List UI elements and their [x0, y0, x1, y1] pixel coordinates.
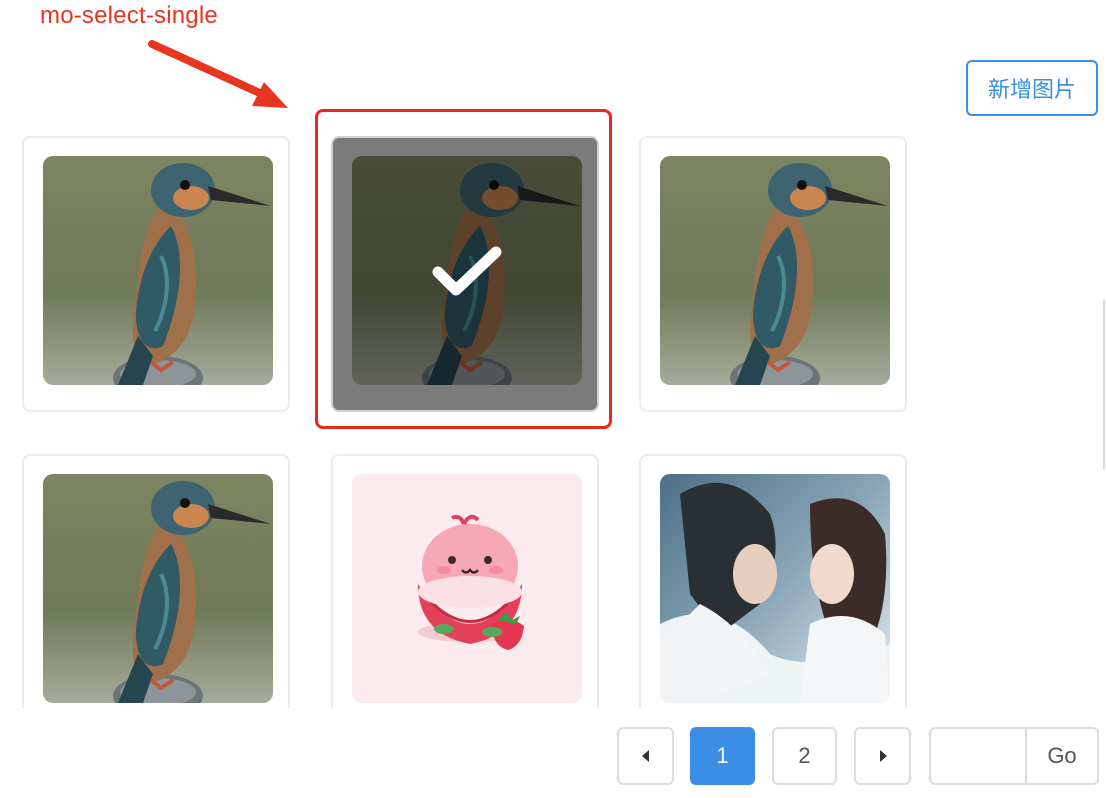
close-icon[interactable] [1058, 0, 1088, 10]
goto-page-group: Go [929, 727, 1099, 785]
next-page-button[interactable] [854, 727, 911, 785]
image-thumbnail [352, 474, 582, 703]
goto-page-button[interactable]: Go [1027, 729, 1097, 783]
image-thumbnail [660, 156, 890, 385]
checkmark-icon [432, 246, 502, 295]
image-card[interactable] [639, 454, 907, 708]
caret-right-icon [879, 750, 887, 762]
annotation-arrow-icon [148, 40, 288, 108]
image-card[interactable] [22, 454, 290, 708]
image-card-selected[interactable] [331, 136, 599, 412]
goto-page-input[interactable] [931, 729, 1027, 783]
scrollbar[interactable] [1103, 300, 1105, 470]
page-button-1[interactable]: 1 [690, 727, 755, 785]
image-thumbnail [660, 474, 890, 703]
image-card[interactable] [639, 136, 907, 412]
caret-left-icon [641, 750, 649, 762]
image-thumbnail [352, 156, 582, 385]
page-button-2[interactable]: 2 [772, 727, 837, 785]
image-card[interactable] [331, 454, 599, 708]
image-thumbnail [43, 474, 273, 703]
annotation-label: mo-select-single [40, 2, 218, 29]
image-card[interactable] [22, 136, 290, 412]
add-image-button[interactable]: 新增图片 [966, 60, 1098, 116]
selected-overlay [352, 156, 582, 385]
image-thumbnail [43, 156, 273, 385]
prev-page-button[interactable] [617, 727, 674, 785]
image-grid [0, 130, 1106, 708]
